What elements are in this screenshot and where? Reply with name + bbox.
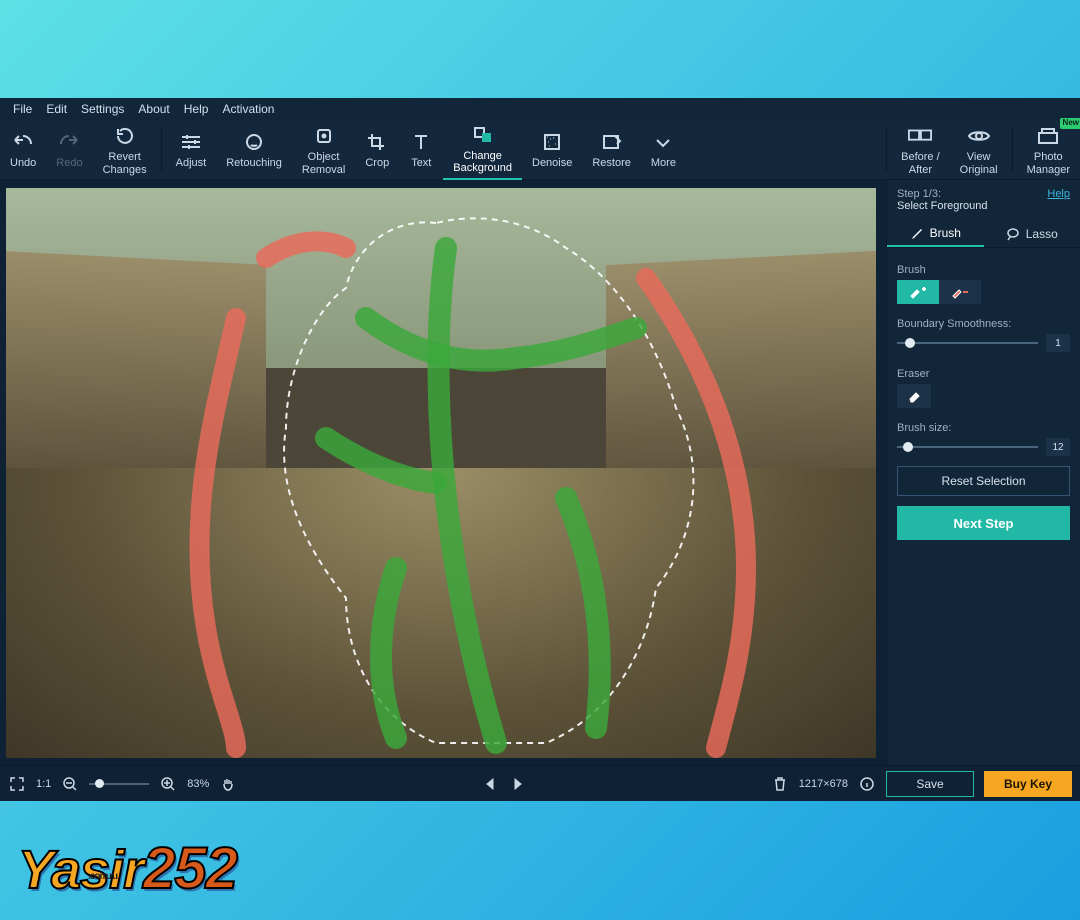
canvas-area (0, 180, 886, 765)
image-canvas[interactable] (6, 188, 876, 758)
menu-file[interactable]: File (6, 102, 39, 116)
patch-icon (312, 125, 336, 147)
before-after-button[interactable]: Before / After (891, 120, 950, 180)
chevron-down-icon (651, 131, 675, 153)
boundary-value: 1 (1046, 334, 1070, 352)
fullscreen-icon[interactable] (8, 775, 26, 793)
selection-overlay (6, 188, 876, 758)
brush-size-label: Brush size: (897, 422, 1070, 434)
menu-about[interactable]: About (131, 102, 176, 116)
redo-icon (57, 131, 81, 153)
more-button[interactable]: More (641, 120, 686, 180)
toolbar-divider (886, 127, 887, 173)
zoom-slider[interactable] (89, 783, 149, 785)
zoom-in-icon[interactable] (159, 775, 177, 793)
change-background-button[interactable]: Change Background (443, 120, 522, 180)
manager-icon (1036, 125, 1060, 147)
undo-button[interactable]: Undo (0, 120, 46, 180)
save-button[interactable]: Save (886, 771, 974, 797)
tab-lasso[interactable]: Lasso (984, 220, 1080, 247)
step-indicator: Step 1/3: (897, 188, 988, 200)
brush-size-slider[interactable] (897, 440, 1038, 454)
text-button[interactable]: Text (399, 120, 443, 180)
menu-help[interactable]: Help (177, 102, 216, 116)
toolbar-divider (161, 127, 162, 173)
one-to-one-button[interactable]: 1:1 (36, 778, 51, 790)
change-bg-icon (471, 125, 495, 146)
side-panel: Step 1/3: Select Foreground Help Brush L… (886, 180, 1080, 765)
text-icon (409, 131, 433, 153)
trash-icon[interactable] (771, 775, 789, 793)
face-icon (242, 131, 266, 153)
eraser-label: Eraser (897, 368, 1070, 380)
compare-icon (908, 125, 932, 147)
undo-icon (11, 131, 35, 153)
next-icon[interactable] (509, 775, 527, 793)
retouching-button[interactable]: Retouching (216, 120, 292, 180)
next-step-button[interactable]: Next Step (897, 506, 1070, 540)
status-bar: 1:1 83% 1217×678 Save Buy Key (0, 765, 1080, 801)
menu-activation[interactable]: Activation (215, 102, 281, 116)
brush-subtract-button[interactable] (939, 280, 981, 304)
eye-icon (967, 125, 991, 147)
brush-size-value: 12 (1046, 438, 1070, 456)
redo-button[interactable]: Redo (46, 120, 92, 180)
image-dimensions: 1217×678 (799, 778, 848, 790)
adjust-button[interactable]: Adjust (166, 120, 217, 180)
tab-brush[interactable]: Brush (887, 220, 984, 247)
boundary-label: Boundary Smoothness: (897, 318, 1070, 330)
brush-add-button[interactable] (897, 280, 939, 304)
toolbar: Undo Redo Revert Changes Adjust Retouchi… (0, 120, 1080, 180)
boundary-slider[interactable] (897, 336, 1038, 350)
denoise-button[interactable]: Denoise (522, 120, 582, 180)
restore-icon (600, 131, 624, 153)
info-icon[interactable] (858, 775, 876, 793)
object-removal-button[interactable]: Object Removal (292, 120, 355, 180)
crop-button[interactable]: Crop (355, 120, 399, 180)
sliders-icon (179, 131, 203, 153)
menu-settings[interactable]: Settings (74, 102, 131, 116)
photo-manager-button[interactable]: Photo Manager (1017, 120, 1080, 180)
view-original-button[interactable]: View Original (950, 120, 1008, 180)
workspace: Step 1/3: Select Foreground Help Brush L… (0, 180, 1080, 765)
reset-selection-button[interactable]: Reset Selection (897, 466, 1070, 496)
prev-icon[interactable] (481, 775, 499, 793)
revert-button[interactable]: Revert Changes (93, 120, 157, 180)
zoom-out-icon[interactable] (61, 775, 79, 793)
restore-button[interactable]: Restore (582, 120, 641, 180)
menu-bar: File Edit Settings About Help Activation (0, 98, 1080, 120)
buy-key-button[interactable]: Buy Key (984, 771, 1072, 797)
help-link[interactable]: Help (1047, 188, 1070, 200)
eraser-button[interactable] (897, 384, 931, 408)
zoom-value: 83% (187, 778, 209, 790)
menu-edit[interactable]: Edit (39, 102, 74, 116)
revert-icon (113, 125, 137, 147)
toolbar-divider (1012, 127, 1013, 173)
crop-icon (365, 131, 389, 153)
step-title: Select Foreground (897, 200, 988, 212)
hand-icon[interactable] (219, 775, 237, 793)
brush-section-label: Brush (897, 264, 1070, 276)
denoise-icon (540, 131, 564, 153)
watermark: Yasir252 .com.ru (18, 835, 237, 902)
app-window: File Edit Settings About Help Activation… (0, 98, 1080, 801)
